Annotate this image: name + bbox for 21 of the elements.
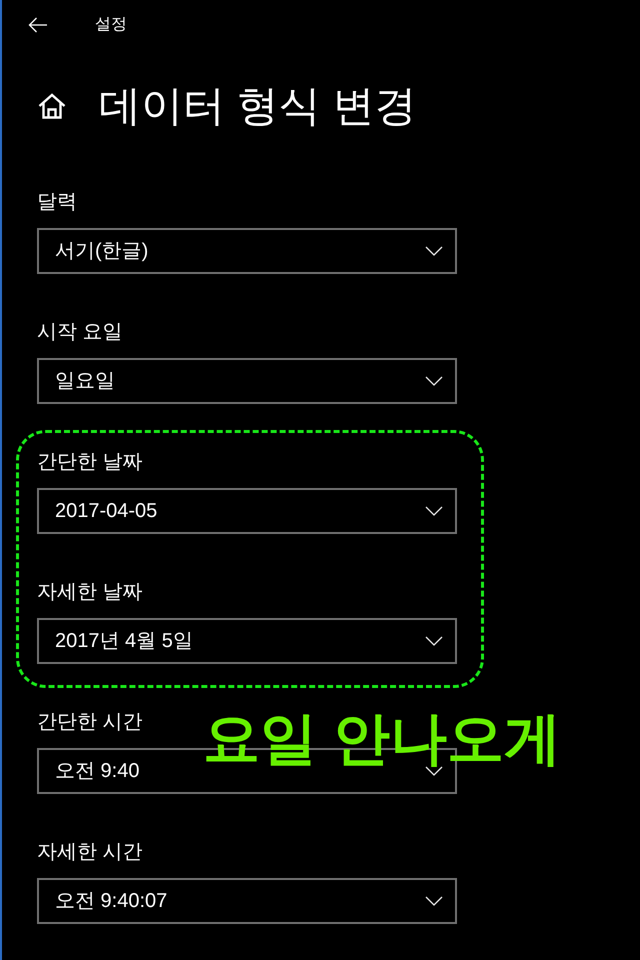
field-label: 간단한 시간 bbox=[37, 710, 143, 735]
chevron-down-icon bbox=[425, 246, 443, 256]
chevron-down-icon bbox=[425, 636, 443, 646]
back-arrow-icon bbox=[28, 17, 48, 33]
dropdown[interactable]: 일요일 bbox=[37, 358, 457, 404]
page-title: 데이터 형식 변경 bbox=[99, 82, 416, 130]
dropdown[interactable]: 2017년 4월 5일 bbox=[37, 618, 457, 664]
dropdown[interactable]: 2017-04-05 bbox=[37, 488, 457, 534]
chevron-down-icon bbox=[425, 376, 443, 386]
chevron-down-icon bbox=[425, 766, 443, 776]
home-icon[interactable] bbox=[38, 93, 66, 119]
field-label: 달력 bbox=[37, 190, 77, 215]
dropdown[interactable]: 오전 9:40:07 bbox=[37, 878, 457, 924]
field-label: 시작 요일 bbox=[37, 320, 123, 345]
field-label: 자세한 날짜 bbox=[37, 580, 143, 605]
chevron-down-icon bbox=[425, 896, 443, 906]
chevron-down-icon bbox=[425, 506, 443, 516]
window-title: 설정 bbox=[95, 15, 127, 35]
field-label: 간단한 날짜 bbox=[37, 450, 143, 475]
dropdown[interactable]: 서기(한글) bbox=[37, 228, 457, 274]
field-label: 자세한 시간 bbox=[37, 840, 143, 865]
